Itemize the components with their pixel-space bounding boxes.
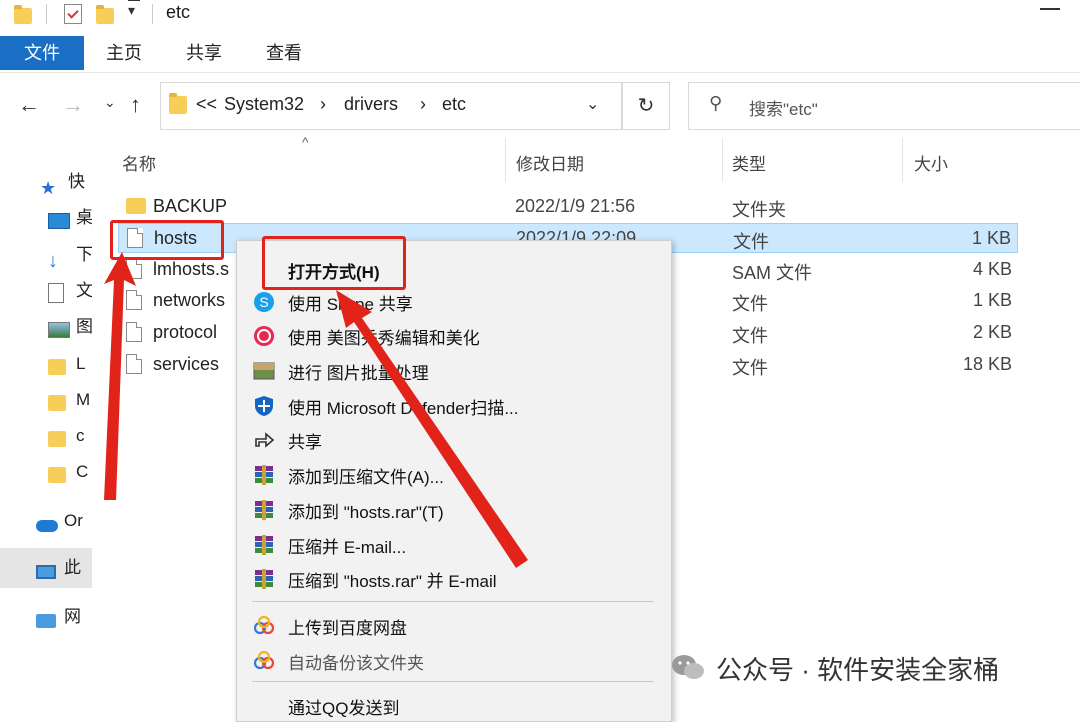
nav-item[interactable]: 此 xyxy=(36,554,92,582)
arrow-to-hosts xyxy=(104,252,136,500)
nav-item-label: Or xyxy=(64,511,83,530)
nav-item[interactable]: Or xyxy=(36,507,92,535)
nav-item[interactable]: ★ 快 xyxy=(40,168,92,196)
arrow-to-open-with xyxy=(336,290,528,568)
nav-item-label: 网 xyxy=(64,607,81,626)
nav-item[interactable]: L xyxy=(48,350,92,378)
nav-item[interactable]: 网 xyxy=(36,603,92,631)
nav-item[interactable]: ↓ 下 xyxy=(48,241,92,269)
nav-item-label: M xyxy=(76,390,91,409)
nav-item[interactable]: 图 xyxy=(48,313,92,341)
folder-icon xyxy=(48,392,70,411)
download-icon: ↓ xyxy=(48,249,58,269)
star-icon: ★ xyxy=(40,177,57,196)
nav-item-label: C xyxy=(76,462,89,481)
nav-item-label: 文 xyxy=(76,281,92,300)
desktop-icon xyxy=(48,210,70,229)
nav-item-label: 快 xyxy=(68,172,85,191)
annotation-arrows xyxy=(104,252,528,568)
nav-item[interactable]: 桌 xyxy=(48,204,92,232)
folder-icon xyxy=(48,356,70,375)
nav-item-label: 下 xyxy=(76,245,92,264)
folder-icon xyxy=(48,464,70,483)
nav-item[interactable]: M xyxy=(48,386,92,414)
nav-item-label: 桌 xyxy=(76,208,92,227)
wechat-logo-icon xyxy=(672,655,704,679)
nav-item-label: 此 xyxy=(64,558,81,577)
folder-icon xyxy=(48,428,70,447)
nav-item[interactable]: 文 xyxy=(48,277,92,305)
document-icon xyxy=(48,282,70,303)
nav-item-label: L xyxy=(76,354,86,373)
nav-item[interactable]: c xyxy=(48,422,92,450)
picture-icon xyxy=(48,319,70,338)
pc-icon xyxy=(36,560,58,579)
watermark-text: 公众号 · 软件安装全家桶 xyxy=(716,655,1000,685)
nav-item[interactable]: C xyxy=(48,458,92,486)
nav-item-label: 图 xyxy=(76,317,92,336)
cloud-icon xyxy=(36,513,58,532)
nav-item-label: c xyxy=(76,426,85,445)
network-icon xyxy=(36,609,58,628)
